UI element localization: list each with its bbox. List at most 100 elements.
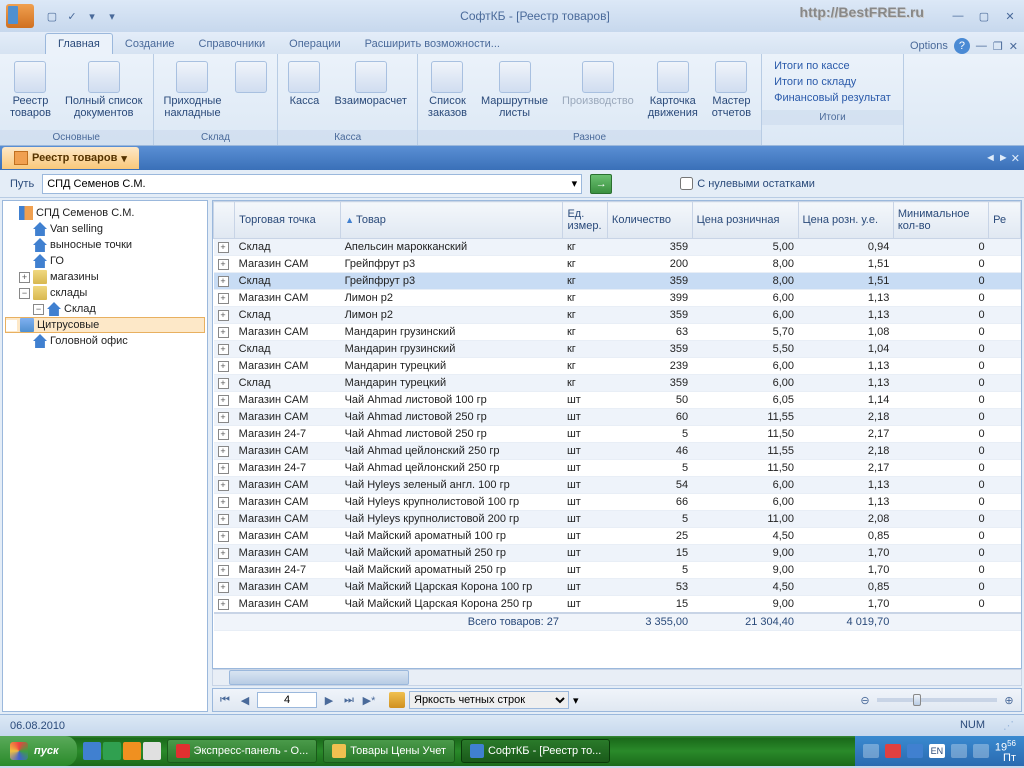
tray-clock[interactable]: 1956 Пт bbox=[995, 738, 1016, 765]
plus-icon[interactable]: + bbox=[218, 582, 229, 593]
plus-icon[interactable]: + bbox=[218, 344, 229, 355]
column-header[interactable]: Ед. измер. bbox=[563, 202, 607, 239]
row-expand-cell[interactable]: + bbox=[214, 528, 235, 545]
tray-icon-5[interactable] bbox=[973, 744, 989, 758]
table-row[interactable]: +СкладГрейпфрут р3кг3598,001,510 bbox=[214, 273, 1021, 290]
brightness-select[interactable]: Яркость четных строк bbox=[409, 691, 569, 709]
plus-icon[interactable]: + bbox=[218, 599, 229, 610]
tree-node[interactable]: выносные точки bbox=[5, 237, 205, 253]
tree[interactable]: СПД Семенов С.М.Van sellingвыносные точк… bbox=[2, 200, 208, 712]
minimize-icon[interactable]: — bbox=[950, 8, 966, 24]
row-expand-cell[interactable]: + bbox=[214, 273, 235, 290]
taskbar-item[interactable]: Товары Цены Учет bbox=[323, 739, 455, 763]
column-header[interactable]: Ре bbox=[989, 202, 1021, 239]
row-expand-cell[interactable]: + bbox=[214, 409, 235, 426]
table-row[interactable]: +Магазин САМЧай Hyleys зеленый англ. 100… bbox=[214, 477, 1021, 494]
column-header[interactable]: Минимальное кол-во bbox=[893, 202, 988, 239]
nav-close-icon[interactable]: ✕ bbox=[1011, 152, 1020, 165]
ql-icon-2[interactable] bbox=[103, 742, 121, 760]
ql-icon-4[interactable] bbox=[143, 742, 161, 760]
row-expand-cell[interactable]: + bbox=[214, 256, 235, 273]
row-expand-cell[interactable]: + bbox=[214, 324, 235, 341]
plus-icon[interactable]: + bbox=[218, 378, 229, 389]
nav-next-icon[interactable]: ► bbox=[998, 152, 1009, 165]
taskbar-item[interactable]: СофтКБ - [Реестр то... bbox=[461, 739, 610, 763]
ribbon-button[interactable]: Маршрутные листы bbox=[475, 58, 554, 122]
row-expand-cell[interactable]: + bbox=[214, 358, 235, 375]
table-row[interactable]: +Магазин САМГрейпфрут р3кг2008,001,510 bbox=[214, 256, 1021, 273]
nav-new-icon[interactable]: ▶* bbox=[361, 692, 377, 708]
column-header[interactable] bbox=[214, 202, 235, 239]
table-row[interactable]: +СкладАпельсин марокканскийкг3595,000,94… bbox=[214, 239, 1021, 256]
plus-icon[interactable]: + bbox=[218, 565, 229, 576]
zero-stock-checkbox[interactable]: С нулевыми остатками bbox=[680, 177, 815, 190]
brightness-dropdown-icon[interactable]: ▾ bbox=[573, 694, 579, 707]
mdi-close-icon[interactable]: ✕ bbox=[1009, 40, 1018, 53]
hscrollbar[interactable] bbox=[212, 669, 1022, 686]
go-button[interactable]: → bbox=[590, 174, 612, 194]
row-expand-cell[interactable]: + bbox=[214, 494, 235, 511]
ribbon-button[interactable]: Мастер отчетов bbox=[706, 58, 757, 122]
nav-page-input[interactable] bbox=[257, 692, 317, 708]
table-row[interactable]: +СкладЛимон р2кг3596,001,130 bbox=[214, 307, 1021, 324]
ribbon-tab-extend[interactable]: Расширить возможности... bbox=[353, 34, 512, 54]
start-button[interactable]: пуск bbox=[0, 736, 77, 766]
plus-icon[interactable]: + bbox=[218, 361, 229, 372]
row-expand-cell[interactable]: + bbox=[214, 375, 235, 392]
ribbon-link[interactable]: Итоги по кассе bbox=[774, 60, 891, 72]
row-expand-cell[interactable]: + bbox=[214, 477, 235, 494]
qat-dropdown-icon[interactable]: ▾ bbox=[104, 8, 120, 24]
tree-node[interactable]: Van selling bbox=[5, 221, 205, 237]
tree-toggle-icon[interactable]: − bbox=[33, 304, 44, 315]
table-row[interactable]: +Магазин САМЧай Майский Царская Корона 1… bbox=[214, 579, 1021, 596]
row-expand-cell[interactable]: + bbox=[214, 426, 235, 443]
column-header[interactable]: Количество bbox=[607, 202, 692, 239]
tree-node[interactable]: Головной офис bbox=[5, 333, 205, 349]
plus-icon[interactable]: + bbox=[218, 242, 229, 253]
plus-icon[interactable]: + bbox=[218, 480, 229, 491]
mdi-minimize-icon[interactable]: — bbox=[976, 40, 987, 52]
row-expand-cell[interactable]: + bbox=[214, 307, 235, 324]
table-row[interactable]: +Магазин САМЧай Майский Царская Корона 2… bbox=[214, 596, 1021, 614]
plus-icon[interactable]: + bbox=[218, 310, 229, 321]
table-row[interactable]: +Магазин САММандарин грузинскийкг635,701… bbox=[214, 324, 1021, 341]
tray-icon-4[interactable] bbox=[951, 744, 967, 758]
nav-first-icon[interactable]: ⏮ bbox=[217, 692, 233, 708]
hscroll-thumb[interactable] bbox=[229, 670, 409, 685]
ribbon-tab-home[interactable]: Главная bbox=[45, 33, 113, 54]
doc-tab[interactable]: Реестр товаров ▾ bbox=[2, 147, 139, 169]
plus-icon[interactable]: + bbox=[218, 548, 229, 559]
qat-new-icon[interactable]: ▢ bbox=[44, 8, 60, 24]
mdi-restore-icon[interactable]: ❐ bbox=[993, 40, 1003, 53]
row-expand-cell[interactable]: + bbox=[214, 290, 235, 307]
tray-icon-2[interactable] bbox=[885, 744, 901, 758]
row-expand-cell[interactable]: + bbox=[214, 239, 235, 256]
plus-icon[interactable]: + bbox=[218, 497, 229, 508]
plus-icon[interactable]: + bbox=[218, 531, 229, 542]
plus-icon[interactable]: + bbox=[218, 293, 229, 304]
ribbon-tab-ops[interactable]: Операции bbox=[277, 34, 352, 54]
close-icon[interactable]: ✕ bbox=[1002, 8, 1018, 24]
table-row[interactable]: +Магазин САМЧай Ahmad листовой 250 гршт6… bbox=[214, 409, 1021, 426]
table-row[interactable]: +Магазин САМЧай Ahmad цейлонский 250 грш… bbox=[214, 443, 1021, 460]
tree-node[interactable]: Цитрусовые bbox=[5, 317, 205, 333]
path-dropdown-icon[interactable]: ▾ bbox=[572, 177, 578, 190]
nav-last-icon[interactable]: ⏭ bbox=[341, 692, 357, 708]
table-row[interactable]: +Магазин САМЧай Майский ароматный 100 гр… bbox=[214, 528, 1021, 545]
zoom-out-icon[interactable]: ⊖ bbox=[857, 692, 873, 708]
table-row[interactable]: +Магазин 24-7Чай Майский ароматный 250 г… bbox=[214, 562, 1021, 579]
ribbon-button[interactable]: Приходные накладные bbox=[158, 58, 228, 122]
table-row[interactable]: +Магазин САМЧай Майский ароматный 250 гр… bbox=[214, 545, 1021, 562]
table-row[interactable]: +Магазин САММандарин турецкийкг2396,001,… bbox=[214, 358, 1021, 375]
grid[interactable]: Торговая точкаТоварЕд. измер.КоличествоЦ… bbox=[212, 200, 1022, 669]
ribbon-button[interactable]: Список заказов bbox=[422, 58, 473, 122]
tree-toggle-icon[interactable]: + bbox=[19, 272, 30, 283]
ribbon-button[interactable]: Касса bbox=[282, 58, 326, 110]
doc-tab-dropdown-icon[interactable]: ▾ bbox=[121, 152, 127, 165]
nav-prev-icon[interactable]: ◄ bbox=[985, 152, 996, 165]
table-row[interactable]: +Магазин 24-7Чай Ahmad листовой 250 гршт… bbox=[214, 426, 1021, 443]
table-row[interactable]: +Магазин САМЧай Hyleys крупнолистовой 10… bbox=[214, 494, 1021, 511]
row-expand-cell[interactable]: + bbox=[214, 545, 235, 562]
table-row[interactable]: +Магазин САМЛимон р2кг3996,001,130 bbox=[214, 290, 1021, 307]
tree-node[interactable]: +магазины bbox=[5, 269, 205, 285]
